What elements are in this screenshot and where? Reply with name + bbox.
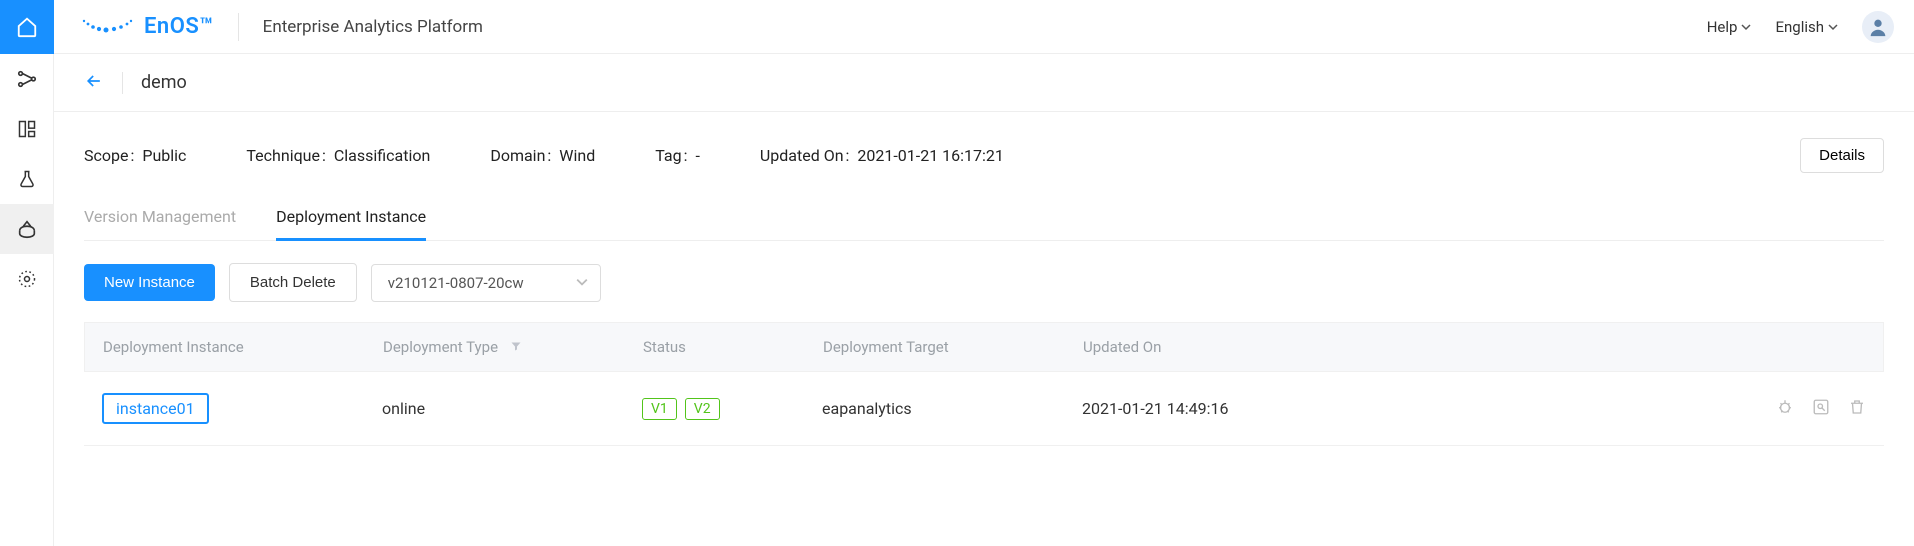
rail-dashboard-icon[interactable] [0, 104, 54, 154]
inspect-icon[interactable] [1812, 398, 1830, 420]
instance-table: Deployment Instance Deployment Type Stat… [84, 322, 1884, 446]
domain-label: Domain [490, 146, 551, 165]
row-updated-value: 2021-01-21 14:49:16 [1082, 399, 1228, 418]
version-select-value: v210121-0807-20cw [388, 274, 524, 292]
technique-value: Classification [334, 146, 430, 165]
table-row: instance01 online V1 V2 eapanalytics 202… [84, 372, 1884, 446]
back-button[interactable] [84, 71, 104, 95]
th-type: Deployment Type [383, 338, 498, 356]
breadcrumb: demo [54, 54, 1914, 112]
th-instance: Deployment Instance [103, 338, 383, 356]
brand-name: EnOS™ [144, 14, 214, 39]
instance-link[interactable]: instance01 [102, 393, 209, 424]
language-label: English [1775, 18, 1824, 36]
th-updated: Updated On [1083, 338, 1423, 356]
tag-value: - [695, 146, 699, 165]
scope-value: Public [142, 146, 186, 165]
platform-title: Enterprise Analytics Platform [263, 17, 483, 37]
chevron-down-icon [1828, 22, 1838, 32]
new-instance-button[interactable]: New Instance [84, 264, 215, 301]
debug-icon[interactable] [1776, 398, 1794, 420]
domain-value: Wind [559, 146, 595, 165]
user-avatar[interactable] [1862, 11, 1894, 43]
details-button[interactable]: Details [1800, 138, 1884, 173]
rail-deploy-icon[interactable] [0, 204, 54, 254]
meta-row: Scope Public Technique Classification Doma… [84, 138, 1884, 173]
divider [238, 13, 239, 41]
deployment-target-value: eapanalytics [822, 399, 912, 418]
th-target: Deployment Target [823, 338, 1083, 356]
tab-deployment-instance[interactable]: Deployment Instance [276, 207, 426, 241]
left-nav-rail [0, 0, 54, 546]
technique-label: Technique [246, 146, 325, 165]
th-status: Status [643, 338, 823, 356]
status-badge: V2 [685, 398, 720, 420]
rail-flask-icon[interactable] [0, 154, 54, 204]
avatar-icon [1867, 16, 1889, 38]
divider [122, 72, 123, 94]
table-header: Deployment Instance Deployment Type Stat… [84, 322, 1884, 372]
rail-home-icon[interactable] [0, 0, 54, 54]
help-label: Help [1707, 18, 1738, 36]
rail-graph-icon[interactable] [0, 54, 54, 104]
updated-label: Updated On [760, 146, 850, 165]
delete-icon[interactable] [1848, 398, 1866, 420]
toolbar: New Instance Batch Delete v210121-0807-2… [84, 263, 1884, 302]
status-badge: V1 [642, 398, 677, 420]
chevron-down-icon [576, 274, 588, 292]
updated-value: 2021-01-21 16:17:21 [857, 146, 1003, 165]
tab-version-management[interactable]: Version Management [84, 207, 236, 240]
page-title: demo [141, 72, 187, 93]
batch-delete-button[interactable]: Batch Delete [229, 263, 357, 302]
rail-settings-icon[interactable] [0, 254, 54, 304]
deployment-type-value: online [382, 399, 425, 418]
tabs: Version Management Deployment Instance [84, 207, 1884, 241]
brand-logo: EnOS™ [78, 14, 214, 39]
tag-label: Tag [655, 146, 687, 165]
version-select[interactable]: v210121-0807-20cw [371, 264, 601, 302]
filter-icon[interactable] [510, 338, 522, 356]
language-menu[interactable]: English [1775, 18, 1838, 36]
chevron-down-icon [1741, 22, 1751, 32]
scope-label: Scope [84, 146, 134, 165]
help-menu[interactable]: Help [1707, 18, 1752, 36]
top-bar: EnOS™ Enterprise Analytics Platform Help… [54, 0, 1914, 54]
brand-swoosh-icon [78, 15, 138, 39]
